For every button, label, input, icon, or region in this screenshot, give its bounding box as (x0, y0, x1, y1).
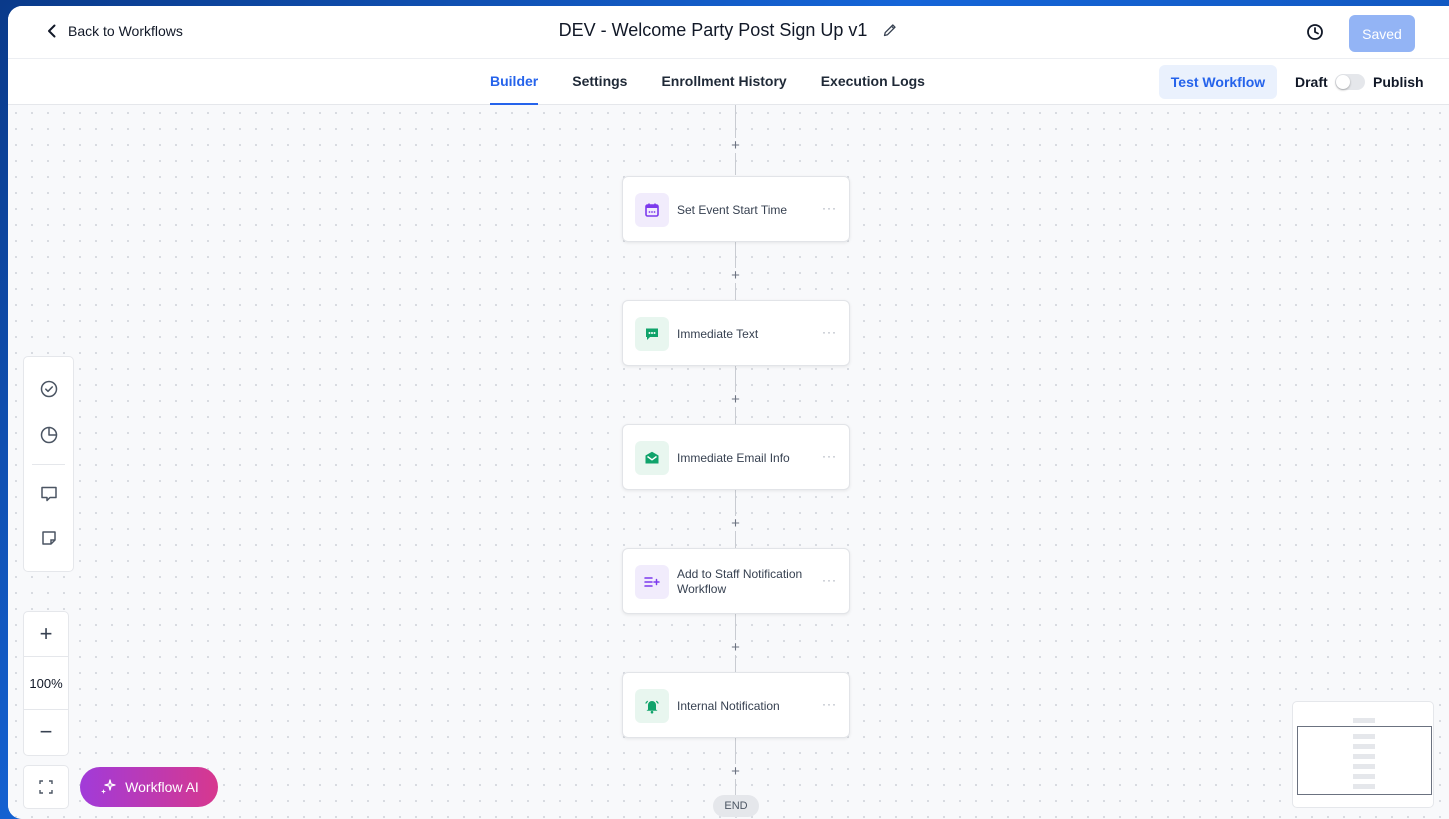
zoom-in-button[interactable]: + (24, 612, 68, 656)
minimap-block (1353, 718, 1375, 723)
zoom-controls: + 100% − (23, 611, 69, 756)
saved-button[interactable]: Saved (1349, 15, 1415, 52)
publish-label: Publish (1373, 74, 1424, 90)
stats-pie-icon[interactable] (38, 424, 60, 446)
workflow-ai-button[interactable]: Workflow AI (80, 767, 218, 807)
node-label: Set Event Start Time (677, 202, 788, 217)
workflow-node-set-event-start-time[interactable]: Set Event Start Time ··· (622, 176, 850, 242)
workflow-ai-label: Workflow AI (125, 779, 199, 795)
bell-icon (635, 689, 669, 723)
tab-bar: Builder Settings Enrollment History Exec… (8, 59, 1449, 105)
add-step-button[interactable]: + (728, 392, 743, 407)
sparkle-icon (101, 779, 116, 794)
node-label: Add to Staff Notification Workflow (677, 567, 803, 596)
sticky-note-icon[interactable] (38, 527, 60, 549)
tab-settings[interactable]: Settings (572, 59, 627, 105)
zoom-level: 100% (24, 656, 68, 710)
expand-icon (39, 780, 53, 794)
workflow-title: DEV - Welcome Party Post Sign Up v1 (8, 20, 1449, 41)
add-step-button[interactable]: + (728, 516, 743, 531)
minimap-viewport[interactable] (1297, 726, 1432, 795)
comment-icon[interactable] (38, 483, 60, 505)
more-options-icon[interactable]: ··· (822, 697, 837, 711)
more-options-icon[interactable]: ··· (822, 449, 837, 463)
workflow-builder-window: Back to Workflows DEV - Welcome Party Po… (8, 6, 1449, 819)
workflow-node-immediate-text[interactable]: Immediate Text ··· (622, 300, 850, 366)
zoom-out-button[interactable]: − (24, 710, 68, 754)
more-options-icon[interactable]: ··· (822, 573, 837, 587)
calendar-icon (635, 193, 669, 227)
email-icon (635, 441, 669, 475)
more-options-icon[interactable]: ··· (822, 325, 837, 339)
end-marker: END (713, 795, 759, 817)
header-bar: Back to Workflows DEV - Welcome Party Po… (8, 6, 1449, 59)
publish-toggle[interactable] (1335, 74, 1365, 90)
list-add-icon (635, 565, 669, 599)
workflow-node-internal-notification[interactable]: Internal Notification ··· (622, 672, 850, 738)
draft-label: Draft (1295, 74, 1328, 90)
tools-divider (32, 464, 65, 465)
workflow-node-immediate-email-info[interactable]: Immediate Email Info ··· (622, 424, 850, 490)
workflow-title-text: DEV - Welcome Party Post Sign Up v1 (558, 20, 868, 40)
node-label: Immediate Text (677, 326, 759, 341)
tab-list: Builder Settings Enrollment History Exec… (490, 59, 959, 105)
more-options-icon[interactable]: ··· (822, 201, 837, 215)
add-step-button[interactable]: + (728, 268, 743, 283)
add-step-button[interactable]: + (728, 138, 743, 153)
validate-check-icon[interactable] (38, 378, 60, 400)
pencil-icon[interactable] (882, 22, 898, 38)
add-step-button[interactable]: + (728, 640, 743, 655)
chat-icon (635, 317, 669, 351)
version-history-icon[interactable] (1304, 21, 1326, 43)
node-label: Internal Notification (677, 698, 780, 713)
test-workflow-button[interactable]: Test Workflow (1159, 65, 1277, 99)
node-label: Immediate Email Info (677, 450, 790, 465)
workflow-node-add-to-staff-notification[interactable]: Add to Staff Notification Workflow ··· (622, 548, 850, 614)
fit-to-screen-button[interactable] (23, 765, 69, 809)
tab-builder[interactable]: Builder (490, 59, 539, 105)
workflow-canvas[interactable]: + + + + + + Set Event Start Time ··· Imm… (8, 105, 1449, 819)
minimap[interactable] (1292, 701, 1434, 808)
tab-enrollment-history[interactable]: Enrollment History (661, 59, 786, 105)
tab-execution-logs[interactable]: Execution Logs (821, 59, 925, 105)
canvas-tools-panel (23, 356, 74, 572)
add-step-button[interactable]: + (728, 764, 743, 779)
